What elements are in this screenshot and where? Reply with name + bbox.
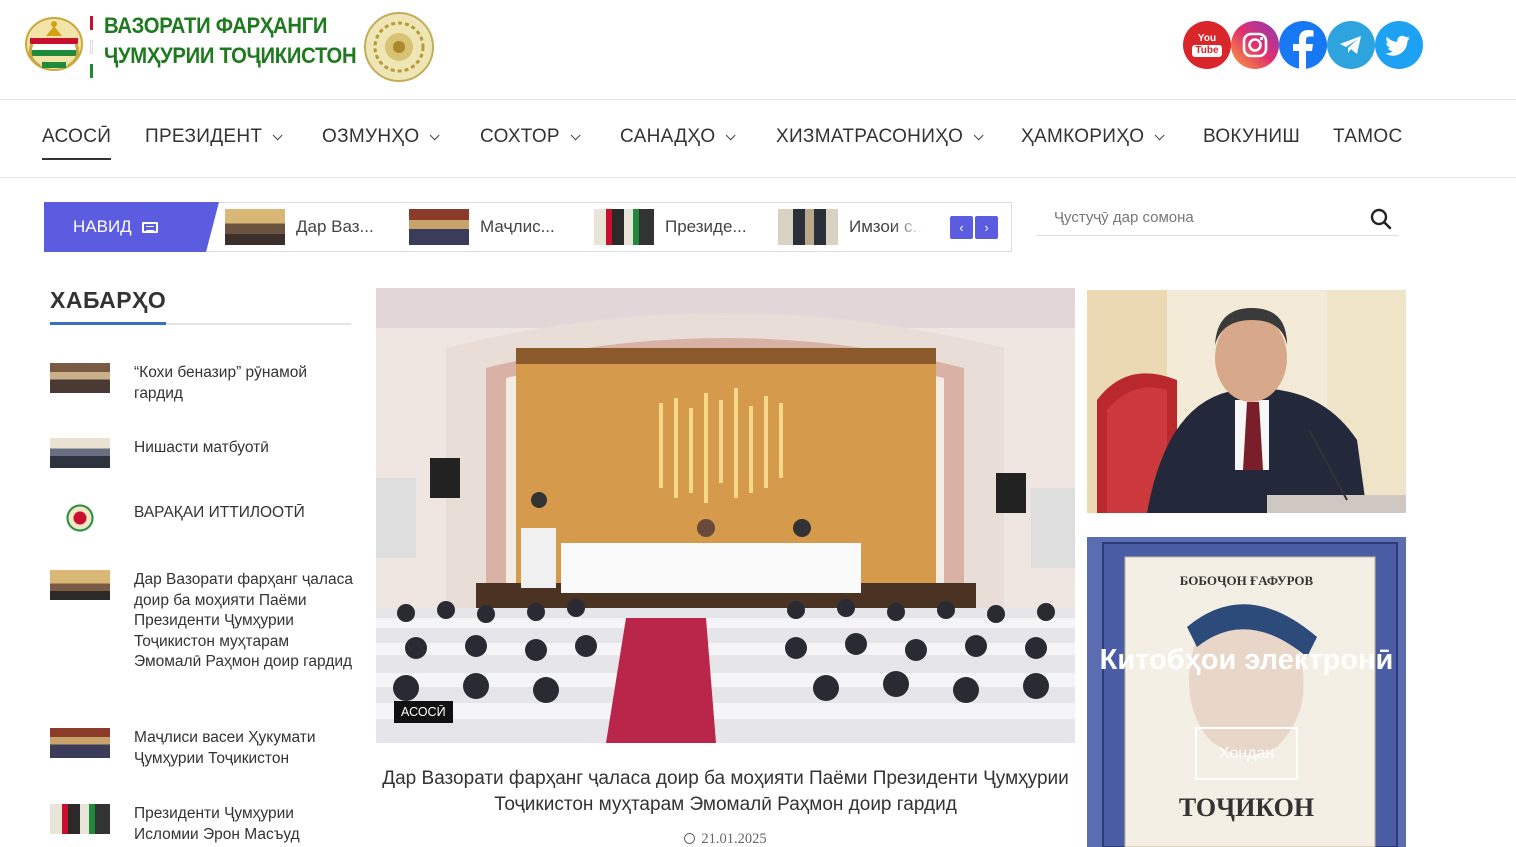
section-divider: [50, 322, 351, 325]
ticker-item[interactable]: Маҷлис...: [409, 209, 555, 245]
news-thumbnail: [50, 570, 110, 600]
chevron-down-icon: [973, 129, 984, 140]
featured-article-title[interactable]: Дар Вазорати фарҳанг ҷаласа доир ба моҳи…: [376, 766, 1075, 818]
ticker-prev-button[interactable]: ‹: [950, 216, 973, 239]
nav-label: ПРЕЗИДЕНТ: [145, 126, 263, 147]
ticker-item-text: Маҷлис...: [480, 217, 555, 236]
news-list-item[interactable]: Президенти Ҷумҳурии Исломии Эрон Масъуд: [50, 804, 354, 845]
ticker-item[interactable]: Президе...: [594, 209, 747, 245]
nav-label: СОХТОР: [480, 126, 560, 147]
ticker-label-text: НАВИД: [73, 217, 132, 236]
nav-item-contests[interactable]: ОЗМУНҲО: [322, 126, 441, 148]
ticker-label: НАВИД: [44, 202, 219, 252]
news-thumbnail: [50, 363, 110, 393]
nav-label: ҲАМКОРИҲО: [1021, 126, 1145, 147]
news-list-item[interactable]: Нишасти матбуотӣ: [50, 438, 354, 468]
nav-label: ТАМОС: [1333, 126, 1403, 147]
news-thumbnail: [50, 438, 110, 468]
news-item-title: Нишасти матбуотӣ: [134, 439, 269, 456]
main-nav: АСОСӢ ПРЕЗИДЕНТ ОЗМУНҲО СОХТОР САНАДҲО Х…: [0, 100, 1516, 178]
nav-item-structure[interactable]: СОХТОР: [480, 126, 581, 148]
chevron-down-icon: [726, 129, 736, 140]
ticker-item[interactable]: Имзои с...: [778, 209, 923, 245]
social-links: You Tube: [1183, 21, 1423, 69]
nav-label: САНАДҲО: [620, 126, 716, 147]
news-list-item[interactable]: “Кохи беназир” рӯнамой гардид: [50, 363, 354, 404]
chevron-down-icon: [272, 129, 283, 140]
ticker-thumbnail: [225, 209, 285, 245]
ticker-next-button[interactable]: ›: [975, 216, 998, 239]
article-date-text: 21.01.2025: [701, 831, 767, 847]
ornament-emblem: [362, 10, 436, 84]
news-item-title: Президенти Ҷумҳурии Исломии Эрон Масъуд: [134, 805, 300, 843]
chevron-down-icon: [570, 129, 581, 140]
flag-stripes: [90, 16, 94, 78]
youtube-icon[interactable]: You Tube: [1183, 21, 1231, 69]
book-title: ТОҶИКОН: [1178, 793, 1315, 822]
chevron-down-icon: [1154, 129, 1165, 140]
ministry-name-line2[interactable]: ҶУМҲУРИИ ТОҶИКИСТОН: [104, 43, 357, 69]
twitter-icon[interactable]: [1375, 21, 1423, 69]
chevron-down-icon: [430, 129, 441, 140]
ticker-thumbnail: [409, 209, 469, 245]
search-input[interactable]: [1054, 209, 1354, 226]
nav-item-home[interactable]: АСОСӢ: [42, 126, 112, 160]
news-item-title: Маҷлиси васеи Ҳукумати Ҷумҳурии Тоҷикист…: [134, 729, 316, 767]
news-item-title: Дар Вазорати фарҳанг ҷаласа доир ба моҳи…: [134, 571, 353, 670]
ticker-item-text: Дар Ваз...: [296, 217, 374, 236]
news-thumbnail: [50, 503, 110, 533]
chevron-right-icon: ›: [984, 220, 989, 235]
clock-icon: [684, 833, 696, 844]
category-badge[interactable]: АСОСӢ: [394, 701, 453, 723]
state-emblem-logo[interactable]: [24, 14, 84, 72]
ebooks-banner[interactable]: БОБОҶОН ҒАФУРОВ ТОҶИКОН: [1087, 537, 1406, 847]
ticker-item[interactable]: Дар Ваз...: [225, 209, 374, 245]
news-list-item[interactable]: Дар Вазорати фарҳанг ҷаласа доир ба моҳи…: [50, 570, 354, 673]
ticker-item-text: Имзои с...: [849, 217, 923, 236]
nav-item-documents[interactable]: САНАДҲО: [620, 126, 736, 148]
nav-item-feedback[interactable]: ВОКУНИШ: [1203, 126, 1300, 148]
president-portrait-banner[interactable]: [1087, 290, 1406, 513]
facebook-icon[interactable]: [1279, 21, 1327, 69]
news-item-title: “Кохи беназир” рӯнамой гардид: [134, 364, 308, 402]
news-thumbnail: [50, 804, 110, 834]
nav-label: ВОКУНИШ: [1203, 126, 1301, 147]
featured-article-image[interactable]: [376, 288, 1075, 743]
chevron-left-icon: ‹: [959, 220, 964, 235]
search-box: [1036, 204, 1398, 236]
news-list-item[interactable]: Маҷлиси васеи Ҳукумати Ҷумҳурии Тоҷикист…: [50, 728, 354, 769]
news-thumbnail: [50, 728, 110, 758]
nav-label: ХИЗМАТРАСОНИҲО: [776, 126, 964, 147]
ticker-thumbnail: [778, 209, 838, 245]
telegram-icon[interactable]: [1327, 21, 1375, 69]
site-header: ВАЗОРАТИ ФАРҲАНГИ ҶУМҲУРИИ ТОҶИКИСТОН Yo…: [0, 0, 1516, 100]
nav-item-cooperation[interactable]: ҲАМКОРИҲО: [1021, 126, 1165, 148]
nav-label: АСОСӢ: [42, 126, 112, 147]
instagram-icon[interactable]: [1231, 21, 1279, 69]
nav-item-contact[interactable]: ТАМОС: [1333, 126, 1402, 148]
news-ticker: НАВИД Дар Ваз... Маҷлис... Президе... Им…: [44, 202, 1012, 252]
ticker-thumbnail: [594, 209, 654, 245]
ebooks-title: Китобҳои электронӣ: [1099, 644, 1394, 676]
newspaper-icon: [141, 221, 158, 233]
nav-item-services[interactable]: ХИЗМАТРАСОНИҲО: [776, 126, 984, 148]
article-date: 21.01.2025: [376, 831, 1075, 847]
news-list-item[interactable]: ВАРАҚАИ ИТТИЛООТӢ: [50, 503, 354, 533]
book-author: БОБОҶОН ҒАФУРОВ: [1179, 573, 1314, 588]
read-button[interactable]: Хондан: [1195, 727, 1298, 780]
nav-item-president[interactable]: ПРЕЗИДЕНТ: [145, 126, 283, 148]
nav-label: ОЗМУНҲО: [322, 126, 420, 147]
ticker-item-text: Президе...: [665, 217, 747, 236]
news-section-title: ХАБАРҲО: [50, 287, 167, 313]
ministry-name-line1[interactable]: ВАЗОРАТИ ФАРҲАНГИ: [104, 13, 327, 39]
search-icon[interactable]: [1370, 208, 1392, 235]
news-item-title: ВАРАҚАИ ИТТИЛООТӢ: [134, 504, 305, 521]
